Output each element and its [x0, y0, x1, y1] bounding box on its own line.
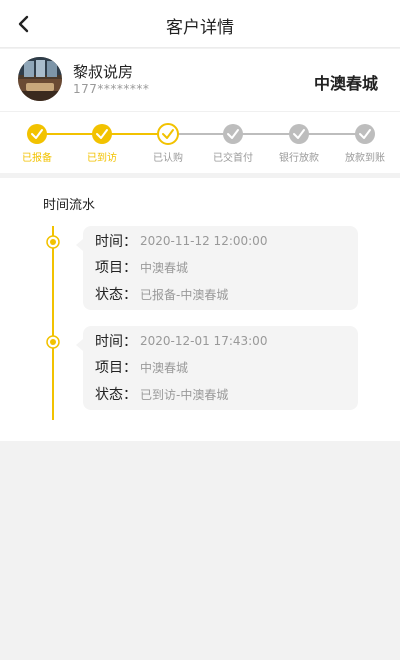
timeline-line: [52, 226, 54, 420]
step-label: 已报备: [22, 153, 52, 164]
avatar: [18, 57, 62, 101]
project-value: 中澳春城: [140, 260, 189, 275]
entry-project-row: 项目： 中澳春城: [95, 357, 188, 377]
step-label: 银行放款: [279, 153, 319, 164]
status-key: 状态：: [95, 387, 137, 403]
timeline-title: 时间流水: [43, 198, 96, 213]
step-label: 已到访: [87, 153, 117, 164]
customer-project: 中澳春城: [313, 74, 378, 93]
step-check-icon: [289, 124, 309, 144]
entry-time-row: 时间： 2020-11-12 12:00:00: [95, 231, 267, 251]
entry-project-row: 项目： 中澳春城: [95, 257, 188, 277]
step-check-icon: [157, 123, 179, 145]
step-check-icon: [27, 124, 47, 144]
step-check-icon: [92, 124, 112, 144]
progress-track: [27, 123, 375, 145]
time-key: 时间：: [95, 334, 137, 350]
project-key: 项目：: [95, 360, 137, 376]
step-label: 已认购: [153, 153, 183, 164]
status-key: 状态：: [95, 287, 137, 303]
customer-info-card: 黎叔说房 177******** 中澳春城: [0, 49, 400, 111]
step-check-icon: [355, 124, 375, 144]
time-value: 2020-12-01 17:43:00: [140, 334, 268, 348]
timeline-section: 时间流水 时间： 2020-11-12 12:00:00 项目： 中澳春城 状态…: [0, 178, 400, 441]
nav-bar: 客户详情: [0, 0, 400, 48]
time-key: 时间：: [95, 234, 137, 250]
timeline-dot-icon: [46, 335, 60, 349]
project-value: 中澳春城: [140, 360, 189, 375]
step-label: 放款到账: [345, 153, 385, 164]
status-value: 已报备-中澳春城: [140, 287, 229, 302]
project-key: 项目：: [95, 260, 137, 276]
customer-phone: 177********: [73, 82, 150, 96]
timeline-entry-card: 时间： 2020-11-12 12:00:00 项目： 中澳春城 状态： 已报备…: [76, 226, 358, 310]
time-value: 2020-11-12 12:00:00: [140, 234, 268, 248]
progress-steps: 已报备 已到访 已认购 已交首付 银行放款 放款到账: [0, 111, 400, 173]
status-value: 已到访-中澳春城: [140, 387, 229, 402]
timeline-dot-icon: [46, 235, 60, 249]
step-label: 已交首付: [213, 153, 253, 164]
entry-status-row: 状态： 已报备-中澳春城: [95, 284, 228, 304]
entry-time-row: 时间： 2020-12-01 17:43:00: [95, 331, 267, 351]
customer-name: 黎叔说房: [73, 63, 134, 81]
entry-status-row: 状态： 已到访-中澳春城: [95, 384, 228, 404]
page-title: 客户详情: [166, 18, 234, 38]
step-check-icon: [223, 124, 243, 144]
timeline-entry-card: 时间： 2020-12-01 17:43:00 项目： 中澳春城 状态： 已到访…: [76, 326, 358, 410]
